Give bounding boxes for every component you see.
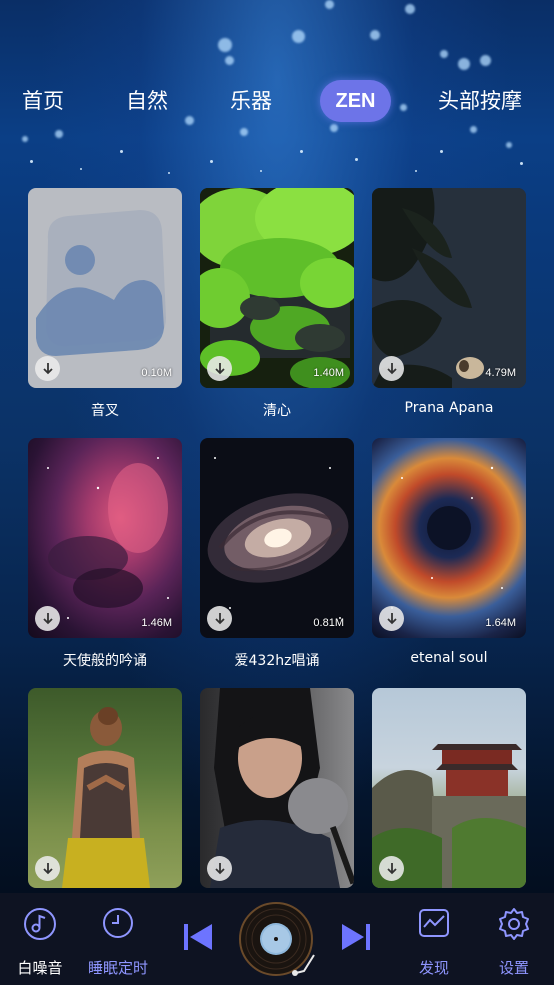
skip-next-icon (342, 924, 370, 950)
file-size: 1.46M (141, 617, 172, 629)
chinese-temple-image (372, 688, 526, 888)
nav-discover[interactable]: 发现 (402, 893, 466, 985)
sound-title: Prana Apana (404, 400, 494, 416)
skip-previous-button[interactable] (180, 919, 216, 955)
tab-head-massage[interactable]: 头部按摩 (432, 78, 528, 124)
sound-title: etenal soul (410, 650, 488, 666)
file-size: 1.64M (485, 617, 516, 629)
skip-next-button[interactable] (338, 919, 374, 955)
download-icon[interactable] (207, 606, 232, 631)
nav-white-noise[interactable]: 白噪音 (8, 893, 72, 985)
sound-title: 天使般的吟诵 (63, 653, 147, 669)
download-icon[interactable] (207, 356, 232, 381)
nav-discover-label: 发现 (418, 959, 449, 977)
vinyl-disc-button[interactable] (238, 901, 318, 981)
nav-sleep-timer[interactable]: 睡眠定时 (82, 893, 154, 985)
tab-nature[interactable]: 自然 (114, 78, 180, 124)
pink-nebula-image: 1.46M (28, 438, 182, 638)
sound-title: 清心 (263, 403, 291, 419)
sound-card[interactable]: 0.10M 音叉 (28, 188, 182, 419)
download-icon[interactable] (35, 606, 60, 631)
gear-icon (499, 908, 529, 940)
sound-card[interactable]: 1.46M 天使般的吟诵 (28, 438, 182, 669)
sound-card[interactable] (28, 688, 182, 888)
nav-sleep-timer-label: 睡眠定时 (87, 959, 148, 977)
music-note-icon (24, 908, 56, 940)
spiral-galaxy-image: 0.81M (200, 438, 354, 638)
file-size: 0.81M (313, 617, 344, 629)
dark-leaf-silhouette-image: 4.79M (372, 188, 526, 388)
category-tabs: 首页 自然 乐器 ZEN 头部按摩 (0, 78, 554, 124)
file-size: 1.40M (313, 367, 344, 379)
tab-home[interactable]: 首页 (10, 78, 76, 124)
download-icon[interactable] (379, 356, 404, 381)
file-size: 0.10M (141, 367, 172, 379)
woman-yoga-image (28, 688, 182, 888)
vinyl-disc-icon (239, 902, 315, 976)
chart-icon (419, 909, 449, 937)
green-maple-leaves-image: 1.40M (200, 188, 354, 388)
tab-zen[interactable]: ZEN (320, 80, 391, 122)
download-icon[interactable] (207, 856, 232, 881)
nav-settings[interactable]: 设置 (482, 893, 546, 985)
sound-card[interactable] (200, 688, 354, 888)
sound-card[interactable]: 4.79M Prana Apana (372, 188, 526, 416)
sound-card[interactable] (372, 688, 526, 888)
download-icon[interactable] (35, 856, 60, 881)
sound-card[interactable]: 1.40M 清心 (200, 188, 354, 419)
clock-icon (103, 908, 133, 938)
nav-white-noise-label: 白噪音 (17, 959, 63, 977)
sound-card[interactable]: 1.64M etenal soul (372, 438, 526, 666)
tab-instruments[interactable]: 乐器 (218, 78, 284, 124)
nav-settings-label: 设置 (498, 959, 529, 977)
download-icon[interactable] (379, 606, 404, 631)
download-icon[interactable] (379, 856, 404, 881)
colorful-nebula-image: 1.64M (372, 438, 526, 638)
woman-microphone-image (200, 688, 354, 888)
skip-previous-icon (184, 924, 212, 950)
placeholder-image-icon: 0.10M (28, 188, 182, 388)
download-icon[interactable] (35, 356, 60, 381)
bottom-navigation-bar: 白噪音 睡眠定时 发现 设置 (0, 893, 554, 985)
sound-title: 爱432hz唱诵 (234, 653, 320, 669)
sound-title: 音叉 (91, 403, 119, 419)
file-size: 4.79M (485, 367, 516, 379)
sound-card[interactable]: 0.81M 爱432hz唱诵 (200, 438, 354, 669)
